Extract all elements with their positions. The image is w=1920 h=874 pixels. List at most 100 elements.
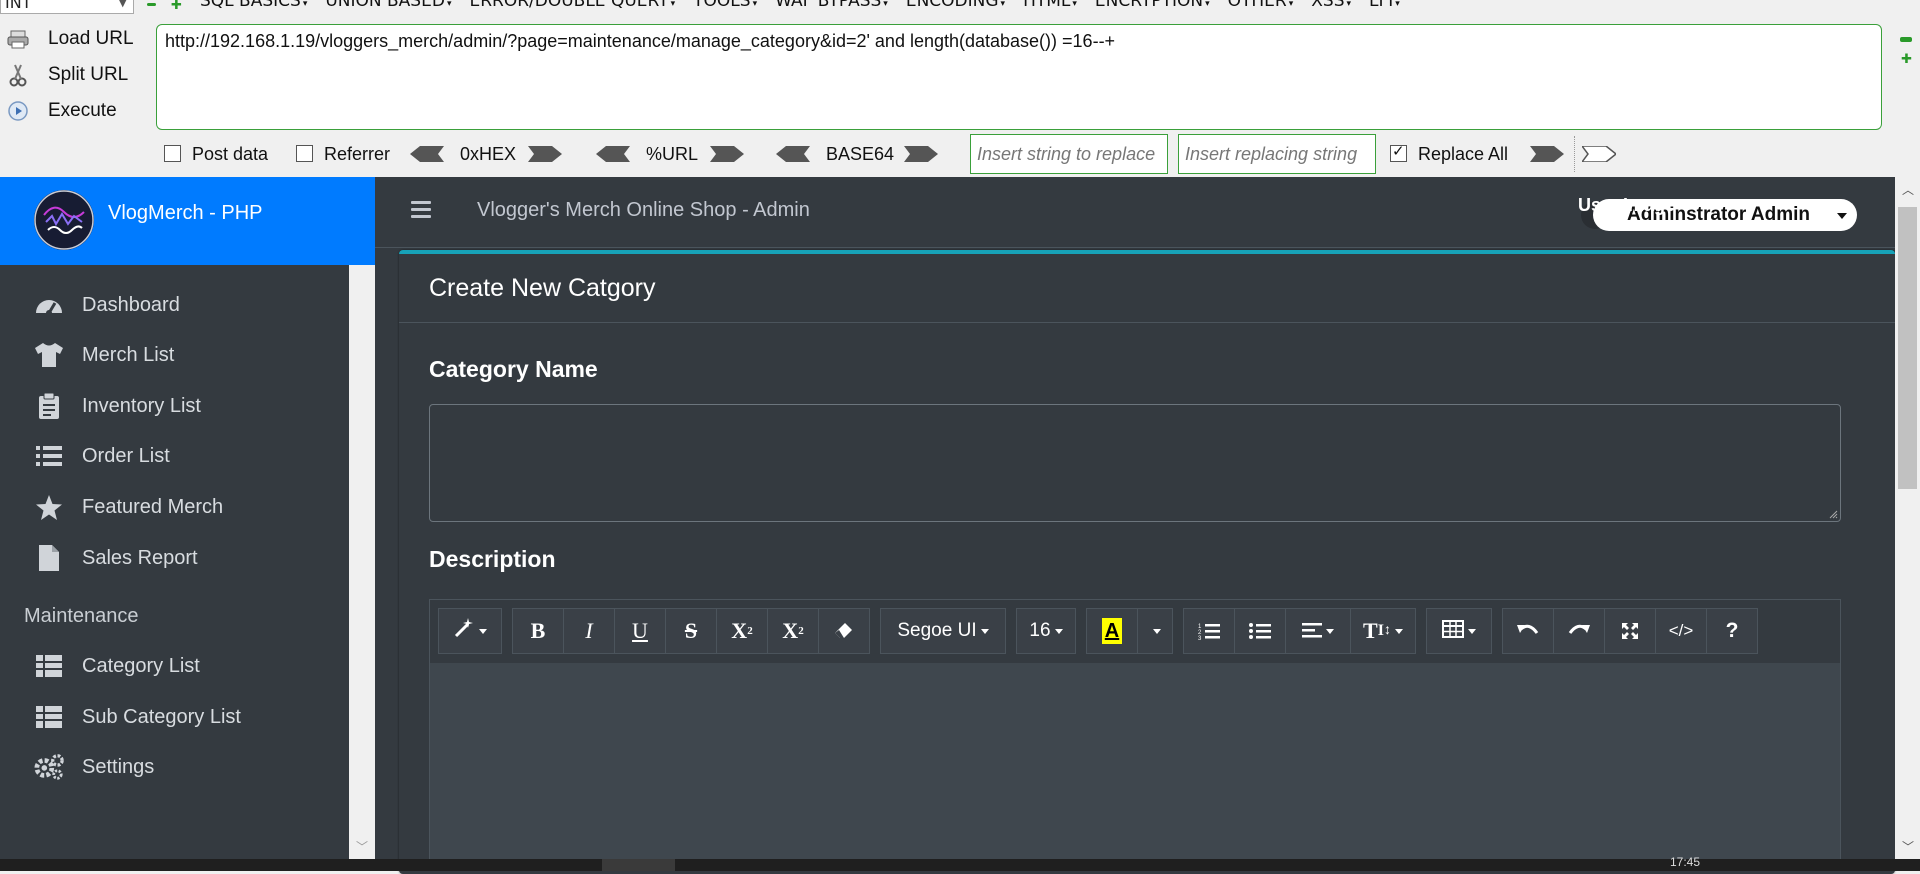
menu-other[interactable]: OTHER xyxy=(1228,0,1294,11)
description-editor: B I U S X2 X2 Segoe UI 16 A 123 T I ↕ </… xyxy=(429,599,1841,869)
magic-wand-icon xyxy=(453,617,475,645)
post-data-checkbox[interactable] xyxy=(164,145,181,162)
replace-string-input[interactable]: Insert string to replace xyxy=(970,134,1168,174)
menu-encoding[interactable]: ENCODING xyxy=(906,0,1005,11)
table-button[interactable] xyxy=(1426,608,1492,654)
sidebar-item-dashboard[interactable]: Dashboard xyxy=(34,285,180,325)
menu-error-double-query[interactable]: ERROR/DOUBLE QUERY xyxy=(469,0,675,11)
category-name-label: Category Name xyxy=(429,356,598,382)
menu-lfi[interactable]: LFI xyxy=(1369,0,1400,11)
menu-sql-basics[interactable]: SQL BASICS xyxy=(200,0,307,11)
highlight-color-button[interactable]: A xyxy=(1086,608,1138,654)
eraser-icon[interactable] xyxy=(818,608,870,654)
chevron-up-icon[interactable]: ︿ xyxy=(1902,181,1914,198)
base64-encode-arrow-icon[interactable] xyxy=(904,146,938,162)
url-textarea[interactable]: http://192.168.1.19/vloggers_merch/admin… xyxy=(156,24,1882,130)
taskbar-app[interactable] xyxy=(602,859,675,871)
replace-all-checkbox[interactable] xyxy=(1390,142,1407,162)
site-title: Vlogger's Merch Online Shop - Admin xyxy=(477,199,810,221)
sidebar: VlogMerch - PHP Dashboard Merch List Inv… xyxy=(0,177,375,859)
menu-encryption[interactable]: ENCRYPTION xyxy=(1095,0,1210,11)
sidebar-item-settings[interactable]: Settings xyxy=(34,747,154,787)
taskbar: 17:45 xyxy=(0,855,1920,871)
replace-arrow-icon[interactable] xyxy=(1530,146,1564,162)
menu-waf-bypass[interactable]: WAF BYPASS xyxy=(775,0,888,11)
chevron-down-icon[interactable]: ﹀ xyxy=(356,838,368,855)
caret-icon xyxy=(479,628,487,634)
hackbar-menu: SQL BASICS UNION BASED ERROR/DOUBLE QUER… xyxy=(200,0,1418,11)
chevron-down-icon[interactable]: ﹀ xyxy=(1902,838,1914,855)
unordered-list-icon[interactable] xyxy=(1234,608,1286,654)
color-dropdown-button[interactable] xyxy=(1137,608,1173,654)
subscript-button[interactable]: X2 xyxy=(767,608,819,654)
sidebar-item-label: Merch List xyxy=(82,343,175,366)
redo-icon[interactable] xyxy=(1553,608,1605,654)
italic-button[interactable]: I xyxy=(563,608,615,654)
hex-decode-arrow-icon[interactable] xyxy=(410,146,444,162)
menu-union-based[interactable]: UNION BASED xyxy=(325,0,451,11)
printer-icon xyxy=(6,28,30,50)
hex-encode-arrow-icon[interactable] xyxy=(528,146,562,162)
resize-grip-icon[interactable] xyxy=(1829,510,1838,519)
font-family-value: Segoe UI xyxy=(897,620,977,641)
referrer-label: Referrer xyxy=(324,144,391,164)
base64-decode-arrow-icon[interactable] xyxy=(776,146,810,162)
hamburger-menu-icon[interactable] xyxy=(411,201,431,219)
sidebar-item-inventory-list[interactable]: Inventory List xyxy=(34,386,201,426)
main-content: Create New Catgory Category Name Descrip… xyxy=(375,248,1895,874)
paragraph-align-button[interactable] xyxy=(1285,608,1351,654)
sidebar-item-sub-category-list[interactable]: Sub Category List xyxy=(34,697,241,737)
load-url-label: Load URL xyxy=(48,28,134,49)
sidebar-scrollbar[interactable]: ﹀ xyxy=(349,265,375,859)
style-button[interactable] xyxy=(438,608,502,654)
bold-button[interactable]: B xyxy=(512,608,564,654)
replacing-string-input[interactable]: Insert replacing string xyxy=(1178,134,1376,174)
font-family-select[interactable]: Segoe UI xyxy=(880,608,1006,654)
scrollbar-thumb[interactable] xyxy=(1898,207,1917,489)
execute-button[interactable]: Execute xyxy=(6,96,136,126)
sidebar-item-order-list[interactable]: Order List xyxy=(34,436,170,476)
sidebar-item-sales-report[interactable]: Sales Report xyxy=(34,538,198,578)
url-decode-arrow-icon[interactable] xyxy=(596,146,630,162)
sidebar-item-merch-list[interactable]: Merch List xyxy=(34,335,174,375)
sidebar-section-maintenance: Maintenance xyxy=(24,605,139,627)
plus-icon[interactable]: ✚ xyxy=(171,0,182,13)
split-url-button[interactable]: Split URL xyxy=(6,60,136,90)
line-height-button[interactable]: T I ↕ xyxy=(1350,608,1416,654)
sidebar-item-category-list[interactable]: Category List xyxy=(34,646,200,686)
help-icon[interactable]: ? xyxy=(1706,608,1758,654)
menu-html[interactable]: HTML xyxy=(1023,0,1077,11)
fullscreen-icon[interactable] xyxy=(1604,608,1656,654)
sidebar-item-label: Category List xyxy=(82,654,200,677)
sidebar-item-featured-merch[interactable]: Featured Merch xyxy=(34,487,223,527)
caret-icon xyxy=(1153,628,1161,634)
strikethrough-button[interactable]: S xyxy=(665,608,717,654)
menu-xss[interactable]: XSS xyxy=(1311,0,1351,11)
highlight-color-icon: A xyxy=(1102,618,1122,644)
undo-icon[interactable] xyxy=(1502,608,1554,654)
url-encode-arrow-icon[interactable] xyxy=(710,146,744,162)
font-size-select[interactable]: 16 xyxy=(1016,608,1076,654)
injection-type-select[interactable]: INT ▼ xyxy=(0,0,134,14)
underline-button[interactable]: U xyxy=(614,608,666,654)
referrer-checkbox[interactable] xyxy=(296,145,313,162)
sidebar-item-label: Dashboard xyxy=(82,293,180,316)
replace-all-arrow-icon[interactable] xyxy=(1580,145,1618,163)
sidebar-item-label: Settings xyxy=(82,755,155,778)
caret-icon xyxy=(1468,628,1476,634)
page-scrollbar[interactable]: ︿ ﹀ xyxy=(1895,177,1920,859)
plus-icon[interactable]: ✚ xyxy=(1901,52,1912,67)
minus-icon[interactable] xyxy=(147,3,156,6)
minus-icon[interactable] xyxy=(1900,35,1912,43)
menu-tools[interactable]: TOOLS xyxy=(693,0,757,11)
ordered-list-icon[interactable]: 123 xyxy=(1183,608,1235,654)
superscript-button[interactable]: X2 xyxy=(716,608,768,654)
category-name-field[interactable] xyxy=(429,404,1841,522)
caret-icon xyxy=(1394,628,1403,634)
url-value: http://192.168.1.19/vloggers_merch/admin… xyxy=(165,31,1116,51)
replace-all-label: Replace All xyxy=(1418,144,1509,164)
load-url-button[interactable]: Load URL xyxy=(6,24,136,54)
tshirt-icon xyxy=(34,340,64,370)
code-view-icon[interactable]: </> xyxy=(1655,608,1707,654)
brand-link[interactable]: VlogMerch - PHP xyxy=(0,177,375,265)
